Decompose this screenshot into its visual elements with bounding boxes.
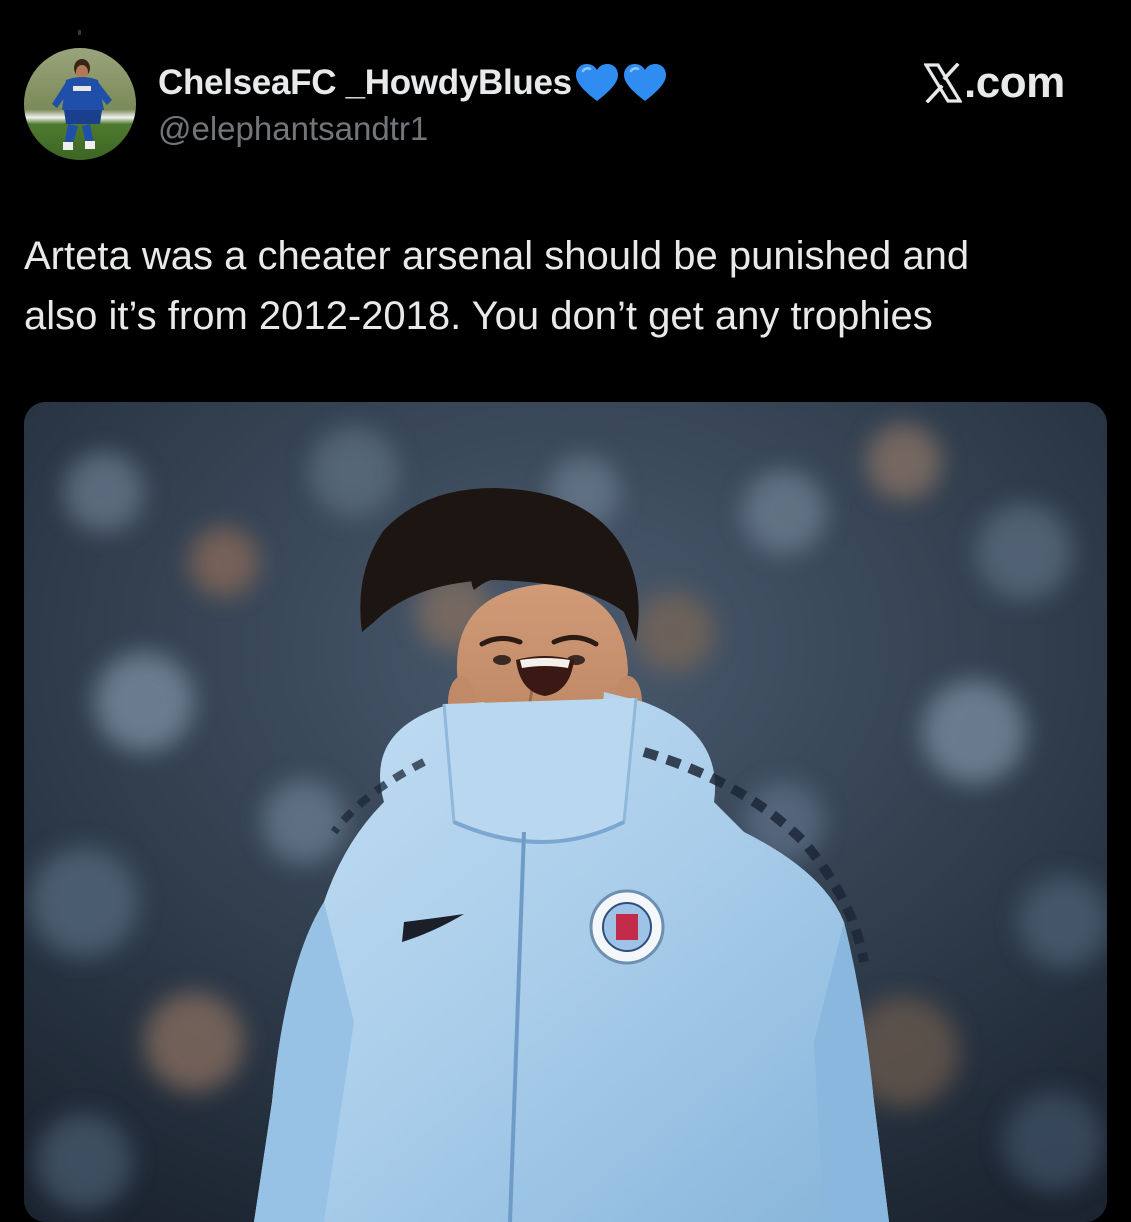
author-handle[interactable]: @elephantsandtr1 [158,110,428,148]
post-media-photo[interactable] [24,402,1107,1222]
photo-image [24,402,1107,1222]
avatar[interactable] [24,48,136,160]
post-text-line: Arteta was a cheater arsenal should be p… [24,234,970,278]
avatar-image [24,48,136,160]
source-domain: .com [964,58,1065,107]
status-dot [78,30,81,35]
post-text: Arteta was a cheater arsenal should be p… [24,226,1114,346]
author-display-name[interactable]: ChelseaFC _HowdyBlues [158,63,572,103]
source-brand: .com [924,56,1065,110]
blue-heart-icon [574,63,620,103]
x-logo-icon [924,63,962,103]
post-text-line: also it’s from 2012-2018. You don’t get … [24,294,933,338]
blue-heart-icon [622,63,668,103]
author-name-row[interactable]: ChelseaFC _HowdyBlues [158,62,668,104]
